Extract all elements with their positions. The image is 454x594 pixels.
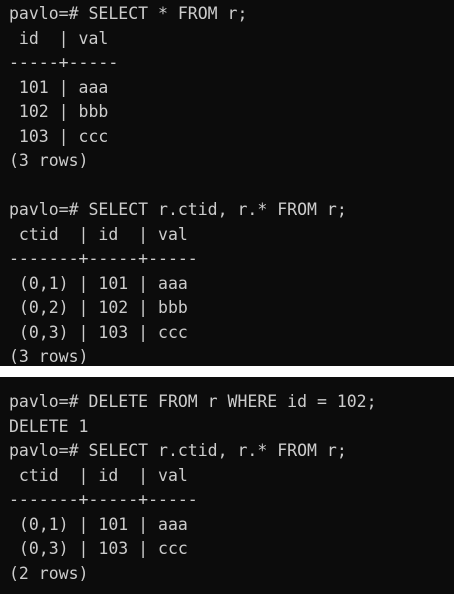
row-count: (2 rows) [9,563,89,583]
command-result: DELETE 1 [9,416,89,436]
table-separator: -----+----- [9,53,119,72]
prompt-line: pavlo=# DELETE FROM r WHERE id = 102; [9,392,377,411]
table-row: (0,3) | 103 | ccc [9,539,188,558]
table-row: 101 | aaa [9,77,109,97]
terminal-window-top[interactable]: pavlo=# SELECT * FROM r; id | val -----+… [0,0,454,366]
row-count: (3 rows) [9,151,89,170]
table-header-row: ctid | id | val [9,465,188,485]
table-row: 103 | ccc [9,126,109,146]
table-separator: -------+-----+----- [9,490,198,509]
table-row: (0,1) | 101 | aaa [9,273,188,293]
row-count: (3 rows) [9,347,89,366]
prompt-line: pavlo=# SELECT * FROM r; [9,4,248,23]
terminal-window-bottom[interactable]: pavlo=# DELETE FROM r WHERE id = 102; DE… [0,377,454,594]
table-row: (0,1) | 101 | aaa [9,514,188,534]
table-row: 102 | bbb [9,102,109,121]
table-row: (0,2) | 102 | bbb [9,298,188,317]
table-header-row: id | val [9,28,109,48]
table-row: (0,3) | 103 | ccc [9,322,188,342]
table-header-row: ctid | id | val [9,224,188,244]
prompt-line: pavlo=# SELECT r.ctid, r.* FROM r; [9,441,347,460]
table-separator: -------+-----+----- [9,249,198,268]
prompt-line: pavlo=# SELECT r.ctid, r.* FROM r; [9,200,347,219]
